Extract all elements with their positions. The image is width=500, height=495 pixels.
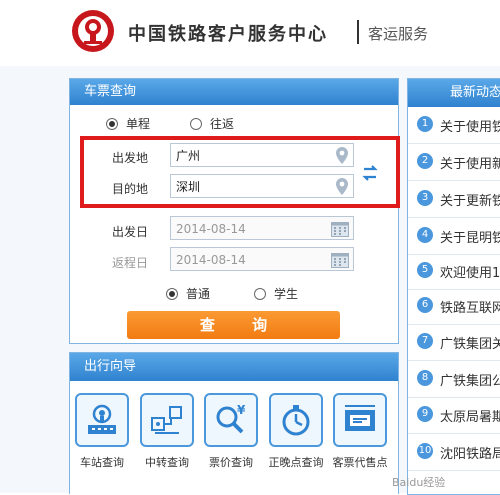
news-link[interactable]: 沈阳铁路局 <box>440 443 500 462</box>
news-link[interactable]: 铁路互联网 <box>440 297 500 316</box>
return-date-input[interactable]: 2014-08-14 <box>170 247 354 271</box>
location-pin-icon[interactable] <box>336 178 348 195</box>
news-number: 5 <box>417 262 433 278</box>
news-link[interactable]: 广铁集团公 <box>440 370 500 389</box>
news-item[interactable]: 5 欢迎使用1 <box>408 253 500 290</box>
travel-guide-panel: 出行向导 车站查询 中转查询 ¥ 票价查询 正晚点查询 客票代售点 <box>69 352 399 494</box>
news-number: 4 <box>417 227 433 243</box>
news-item[interactable]: 10 沈阳铁路局 <box>408 434 500 471</box>
station-icon <box>88 404 116 434</box>
to-station-input[interactable]: 深圳 <box>170 174 354 198</box>
news-link[interactable]: 关于更新铁 <box>440 190 500 209</box>
transfer-query-label[interactable]: 中转查询 <box>135 454 199 470</box>
travel-guide-title: 出行向导 <box>70 353 398 381</box>
watermark-text: Baidu经验 <box>392 476 446 489</box>
swap-stations-icon[interactable] <box>361 162 379 184</box>
news-item[interactable]: 9 太原局暑期 <box>408 397 500 434</box>
one-way-radio[interactable]: 单程 <box>106 115 150 132</box>
one-way-label: 单程 <box>126 117 151 131</box>
news-item[interactable]: 1 关于使用铁 <box>408 107 500 144</box>
round-trip-radio[interactable]: 往返 <box>190 115 234 132</box>
transfer-query-tile[interactable] <box>140 393 194 447</box>
regular-passenger-label: 普通 <box>186 287 211 301</box>
stopwatch-icon <box>282 405 310 436</box>
delay-query-tile[interactable] <box>269 393 323 447</box>
news-title: 最新动态 <box>408 79 500 107</box>
calendar-icon[interactable] <box>331 221 349 237</box>
ticket-query-panel: 车票查询 单程 往返 出发地 广州 目的地 深圳 出发日 2014-08-14 <box>69 78 399 344</box>
regular-passenger-radio[interactable]: 普通 <box>166 285 210 302</box>
news-item[interactable]: 3 关于更新铁 <box>408 181 500 218</box>
news-number: 10 <box>417 443 433 459</box>
news-link[interactable]: 太原局暑期 <box>440 406 500 425</box>
depart-date-value: 2014-08-14 <box>176 222 246 236</box>
site-subtitle: 客运服务 <box>368 25 429 43</box>
ticket-query-title: 车票查询 <box>70 79 398 105</box>
news-link[interactable]: 广铁集团关 <box>440 333 500 352</box>
round-trip-label: 往返 <box>210 117 235 131</box>
from-label: 出发地 <box>112 151 149 165</box>
delay-query-label[interactable]: 正晚点查询 <box>264 454 328 470</box>
news-number: 9 <box>417 406 433 422</box>
news-item[interactable]: 7 广铁集团关 <box>408 324 500 361</box>
query-button[interactable]: 查 询 <box>127 311 340 339</box>
title-divider <box>357 20 359 44</box>
to-label: 目的地 <box>112 182 149 196</box>
news-link[interactable]: 欢迎使用1 <box>440 262 500 281</box>
site-header: 中国铁路客户服务中心 客运服务 <box>0 0 500 67</box>
fare-query-label[interactable]: 票价查询 <box>199 454 263 470</box>
depart-date-label: 出发日 <box>112 225 149 239</box>
news-number: 8 <box>417 370 433 386</box>
transfer-icon <box>151 406 182 434</box>
location-pin-icon[interactable] <box>336 147 348 164</box>
news-item[interactable]: 4 关于昆明铁 <box>408 218 500 255</box>
price-search-icon: ¥ <box>216 403 246 434</box>
return-date-label: 返程日 <box>112 256 149 270</box>
fare-query-tile[interactable]: ¥ <box>204 393 258 447</box>
radio-selected-icon <box>166 287 178 300</box>
news-link[interactable]: 关于使用新 <box>440 153 500 172</box>
from-station-value: 广州 <box>176 149 201 163</box>
radio-selected-icon <box>106 117 118 130</box>
radio-unselected-icon <box>254 287 266 300</box>
svg-text:¥: ¥ <box>237 403 246 417</box>
ticket-agency-tile[interactable] <box>333 393 387 447</box>
calendar-icon[interactable] <box>331 252 349 268</box>
news-link[interactable]: 关于使用铁 <box>440 116 500 135</box>
student-passenger-label: 学生 <box>274 287 299 301</box>
station-query-label[interactable]: 车站查询 <box>70 454 134 470</box>
student-passenger-radio[interactable]: 学生 <box>254 285 298 302</box>
news-number: 1 <box>417 116 433 132</box>
news-number: 7 <box>417 333 433 349</box>
depart-date-input[interactable]: 2014-08-14 <box>170 216 354 240</box>
news-item[interactable]: 8 广铁集团公 <box>408 361 500 398</box>
station-query-tile[interactable] <box>75 393 129 447</box>
news-item[interactable]: 2 关于使用新 <box>408 144 500 181</box>
news-number: 3 <box>417 190 433 206</box>
site-title: 中国铁路客户服务中心 <box>128 24 328 45</box>
to-station-value: 深圳 <box>176 180 201 194</box>
radio-unselected-icon <box>190 117 202 130</box>
news-number: 2 <box>417 153 433 169</box>
news-panel: 最新动态 1 关于使用铁 2 关于使用新 3 关于更新铁 4 关于昆明铁 5 欢迎使用1 … <box>407 78 500 495</box>
news-number: 6 <box>417 297 433 313</box>
ticket-agency-icon <box>345 405 375 431</box>
return-date-value: 2014-08-14 <box>176 253 246 267</box>
from-station-input[interactable]: 广州 <box>170 143 354 167</box>
ticket-agency-label[interactable]: 客票代售点 <box>328 454 392 470</box>
news-link[interactable]: 关于昆明铁 <box>440 227 500 246</box>
news-item[interactable]: 6 铁路互联网 <box>408 288 500 325</box>
railway-logo-icon <box>72 10 114 52</box>
